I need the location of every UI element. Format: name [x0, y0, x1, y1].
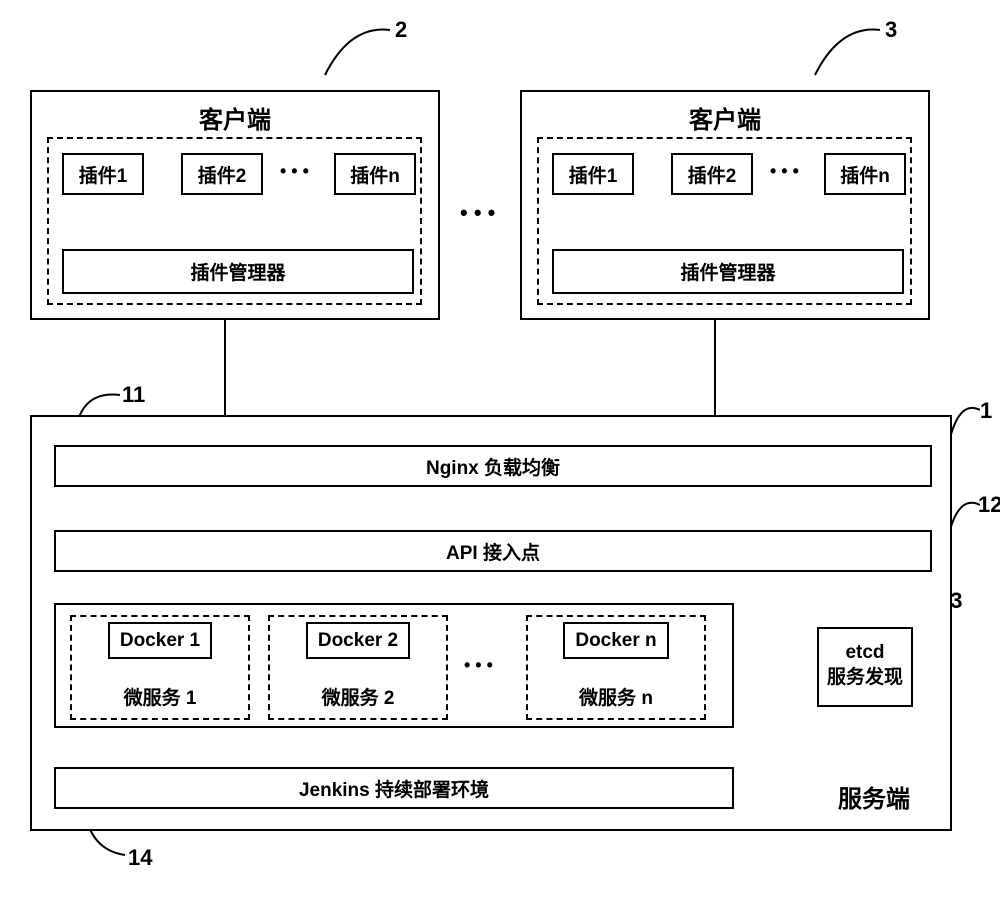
plugin-na: 插件n	[334, 153, 416, 195]
etcd-box: etcd 服务发现	[817, 627, 913, 707]
plugin-manager-1: 插件管理器	[62, 249, 414, 294]
plugin-1a: 插件1	[62, 153, 144, 195]
dots-plugins-1: • • •	[280, 161, 309, 182]
plugin-2a: 插件2	[181, 153, 263, 195]
docker-2: Docker 2	[306, 622, 410, 659]
plugin-2b: 插件2	[671, 153, 753, 195]
microservice-2: Docker 2 微服务 2	[268, 615, 448, 720]
callout-12: 12	[978, 492, 1000, 518]
microservice-1: Docker 1 微服务 1	[70, 615, 250, 720]
client-inner-2: 插件1 插件2 • • • 插件n 插件管理器	[537, 137, 912, 305]
callout-3: 3	[885, 17, 897, 43]
micro-label-1: 微服务 1	[72, 683, 248, 710]
callout-1: 1	[980, 398, 992, 424]
dots-micro: • • •	[464, 655, 493, 676]
client-inner-1: 插件1 插件2 • • • 插件n 插件管理器	[47, 137, 422, 305]
diagram-canvas: 2 3 11 1 12 13 14 客户端 插件1 插件2 • • • 插件n …	[20, 20, 980, 884]
client-box-2: 客户端 插件1 插件2 • • • 插件n 插件管理器	[520, 90, 930, 320]
callout-2: 2	[395, 17, 407, 43]
docker-1: Docker 1	[108, 622, 212, 659]
etcd-line1: etcd	[845, 642, 884, 663]
docker-n: Docker n	[563, 622, 668, 659]
nginx-box: Nginx 负载均衡	[54, 445, 932, 487]
micro-label-2: 微服务 2	[270, 683, 446, 710]
plugin-1b: 插件1	[552, 153, 634, 195]
microservice-n: Docker n 微服务 n	[526, 615, 706, 720]
client-title-1: 客户端	[32, 100, 438, 135]
server-box: Nginx 负载均衡 API 接入点 Docker 1 微服务 1 Docker…	[30, 415, 952, 831]
etcd-line2: 服务发现	[827, 667, 903, 688]
server-title: 服务端	[838, 779, 910, 814]
micro-label-n: 微服务 n	[528, 683, 704, 710]
microservices-container: Docker 1 微服务 1 Docker 2 微服务 2 • • • Dock…	[54, 603, 734, 728]
callout-14: 14	[128, 845, 152, 871]
client-title-2: 客户端	[522, 100, 928, 135]
plugin-manager-2: 插件管理器	[552, 249, 904, 294]
plugin-nb: 插件n	[824, 153, 906, 195]
dots-clients: • • •	[460, 200, 495, 226]
callout-11: 11	[122, 382, 145, 408]
api-box: API 接入点	[54, 530, 932, 572]
client-box-1: 客户端 插件1 插件2 • • • 插件n 插件管理器	[30, 90, 440, 320]
jenkins-box: Jenkins 持续部署环境	[54, 767, 734, 809]
dots-plugins-2: • • •	[770, 161, 799, 182]
